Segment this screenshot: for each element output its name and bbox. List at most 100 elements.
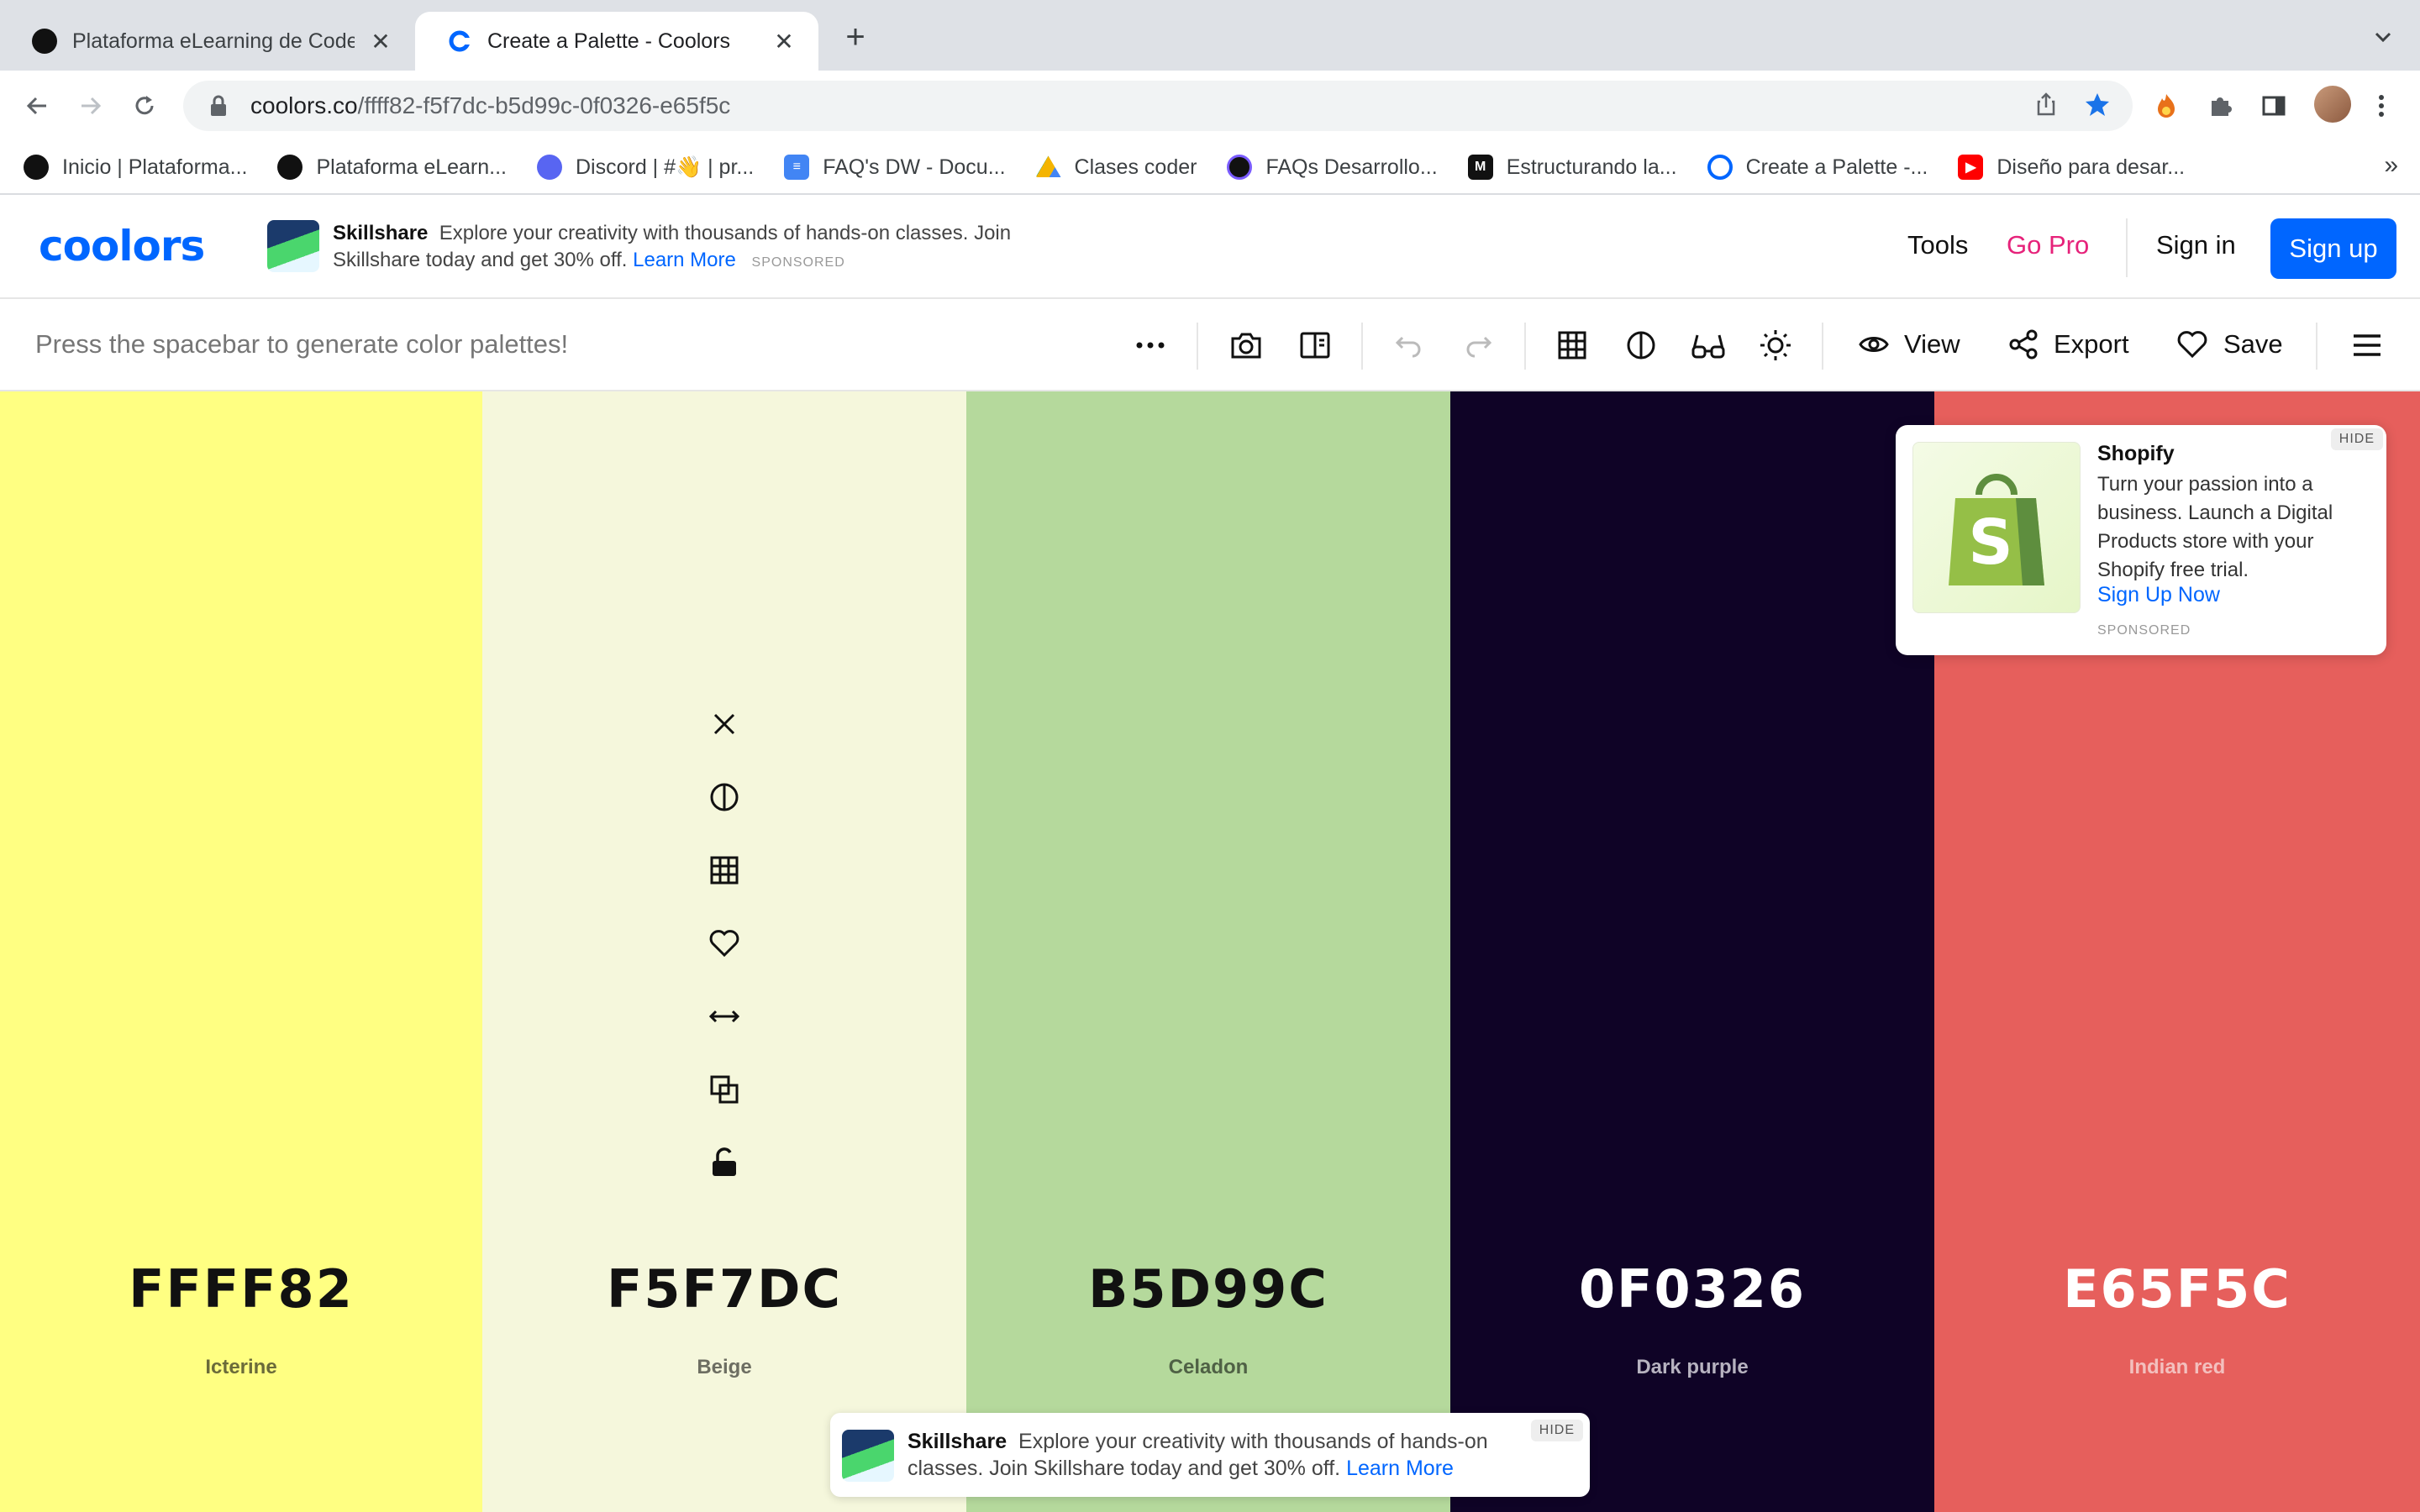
ad-sponsored-label: SPONSORED bbox=[2097, 623, 2191, 638]
view-button[interactable]: View bbox=[1859, 329, 1960, 360]
color-swatch[interactable]: FFFF82 Icterine bbox=[0, 391, 482, 1512]
ad-learn-more-link[interactable]: Learn More bbox=[633, 249, 736, 271]
redo-icon[interactable] bbox=[1457, 324, 1499, 366]
coolors-logo[interactable]: coolors bbox=[39, 222, 205, 270]
bookmark-item[interactable]: FAQs Desarrollo... bbox=[1227, 155, 1438, 180]
hamburger-menu-icon[interactable] bbox=[2346, 324, 2388, 366]
extensions-puzzle-icon[interactable] bbox=[2202, 87, 2238, 124]
undo-icon[interactable] bbox=[1388, 324, 1430, 366]
swatch-color-name: Indian red bbox=[2128, 1356, 2226, 1378]
drag-arrows-icon[interactable] bbox=[706, 998, 743, 1035]
nav-tools-link[interactable]: Tools bbox=[1907, 230, 1968, 260]
color-swatch[interactable]: 0F0326 Dark purple bbox=[1450, 391, 1934, 1512]
swatch-hex-code[interactable]: F5F7DC bbox=[482, 1258, 966, 1320]
coolors-icon bbox=[1707, 155, 1733, 180]
bookmark-label: Discord | #👋 | pr... bbox=[576, 155, 755, 179]
save-button[interactable]: Save bbox=[2176, 329, 2283, 360]
back-icon[interactable] bbox=[17, 86, 57, 126]
address-bar[interactable]: coolors.co/ffff82-f5f7dc-b5d99c-0f0326-e… bbox=[183, 81, 2133, 131]
bookmark-label: Estructurando la... bbox=[1506, 155, 1677, 179]
camera-icon[interactable] bbox=[1225, 324, 1267, 366]
browser-tab[interactable]: Plataforma eLearning de Coder ✕ bbox=[0, 12, 415, 71]
spacebar-hint: Press the spacebar to generate color pal… bbox=[35, 329, 569, 359]
color-swatch[interactable]: F5F7DC Beige bbox=[482, 391, 966, 1512]
toolbar-divider bbox=[1361, 323, 1363, 370]
browser-tab-strip: Plataforma eLearning de Coder ✕ Create a… bbox=[0, 0, 2420, 71]
browser-menu-icon[interactable] bbox=[2363, 87, 2400, 124]
bookmark-item[interactable]: Create a Palette -... bbox=[1707, 155, 1928, 180]
bookmark-label: FAQ's DW - Docu... bbox=[823, 155, 1006, 179]
sign-in-link[interactable]: Sign in bbox=[2156, 230, 2236, 260]
swatch-tools bbox=[482, 706, 966, 1217]
more-options-icon[interactable] bbox=[1129, 324, 1171, 366]
view-shades-contrast-icon[interactable] bbox=[706, 779, 743, 816]
swatch-hex-code[interactable]: E65F5C bbox=[1934, 1258, 2420, 1320]
url-path: /ffff82-f5f7dc-b5d99c-0f0326-e65f5c bbox=[357, 92, 731, 118]
eye-icon bbox=[1859, 337, 1889, 352]
browser-tab-active[interactable]: Create a Palette - Coolors ✕ bbox=[415, 12, 818, 71]
bookmark-star-icon[interactable] bbox=[2084, 91, 2111, 118]
swatch-hex-code[interactable]: 0F0326 bbox=[1450, 1258, 1934, 1320]
extension-fire-icon[interactable] bbox=[2148, 87, 2185, 124]
tab-title: Plataforma eLearning de Coder bbox=[72, 29, 355, 53]
bookmark-label: Plataforma eLearn... bbox=[316, 155, 507, 179]
swatch-hex-code[interactable]: FFFF82 bbox=[0, 1258, 482, 1320]
ad-learn-more-link[interactable]: Learn More bbox=[1346, 1457, 1454, 1480]
export-label: Export bbox=[2054, 329, 2129, 359]
side-panel-icon[interactable] bbox=[2255, 87, 2292, 124]
shopify-ad[interactable]: S Shopify Turn your passion into a busin… bbox=[1896, 425, 2386, 655]
bookmark-label: FAQs Desarrollo... bbox=[1265, 155, 1438, 179]
hide-ad-button[interactable]: HIDE bbox=[1530, 1420, 1583, 1441]
reload-icon[interactable] bbox=[124, 86, 165, 126]
profile-avatar[interactable] bbox=[2314, 86, 2351, 123]
copy-hex-icon[interactable] bbox=[706, 1071, 743, 1108]
compare-view-icon[interactable] bbox=[1294, 324, 1336, 366]
remove-color-icon[interactable] bbox=[706, 706, 743, 743]
bookmark-item[interactable]: M Estructurando la... bbox=[1467, 155, 1677, 180]
lock-color-icon[interactable] bbox=[706, 1144, 743, 1181]
tab-search-chevron-icon[interactable] bbox=[2371, 25, 2395, 49]
toolbar-divider bbox=[1197, 323, 1198, 370]
medium-icon: M bbox=[1467, 155, 1493, 180]
coder-icon bbox=[1227, 155, 1253, 180]
bookmark-item[interactable]: Clases coder bbox=[1035, 155, 1197, 180]
view-shades-grid-icon[interactable] bbox=[706, 852, 743, 889]
skillshare-bottom-ad[interactable]: Skillshare Explore your creativity with … bbox=[830, 1413, 1590, 1497]
skillshare-ad[interactable]: Skillshare Explore your creativity with … bbox=[267, 220, 1072, 276]
grid-icon[interactable] bbox=[1551, 324, 1593, 366]
coder-icon bbox=[24, 155, 49, 180]
swatch-hex-code[interactable]: B5D99C bbox=[966, 1258, 1450, 1320]
sign-up-button[interactable]: Sign up bbox=[2270, 218, 2396, 279]
bookmark-item[interactable]: Plataforma eLearn... bbox=[277, 155, 507, 180]
color-swatch[interactable]: B5D99C Celadon bbox=[966, 391, 1450, 1512]
brightness-icon[interactable] bbox=[1754, 324, 1797, 366]
share-icon[interactable] bbox=[2033, 92, 2059, 117]
ad-brand: Skillshare bbox=[908, 1430, 1007, 1453]
bookmark-label: Clases coder bbox=[1074, 155, 1197, 179]
site-header: coolors Skillshare Explore your creativi… bbox=[0, 197, 2420, 299]
url-host: coolors.co bbox=[250, 92, 358, 118]
view-label: View bbox=[1904, 329, 1960, 359]
new-tab-icon[interactable]: + bbox=[839, 20, 872, 54]
contrast-icon[interactable] bbox=[1620, 324, 1662, 366]
bookmark-item[interactable]: ▶ Diseño para desar... bbox=[1958, 155, 2185, 180]
bookmark-label: Diseño para desar... bbox=[1996, 155, 2186, 179]
bookmark-item[interactable]: Inicio | Plataforma... bbox=[24, 155, 247, 180]
export-button[interactable]: Export bbox=[2008, 329, 2129, 360]
color-blindness-glasses-icon[interactable] bbox=[1687, 324, 1729, 366]
share-export-icon bbox=[2009, 329, 2038, 360]
ad-sign-up-link[interactable]: Sign Up Now bbox=[2097, 583, 2220, 607]
bookmarks-overflow-icon[interactable]: » bbox=[2384, 151, 2398, 180]
shopify-bag-logo: S bbox=[1912, 442, 2081, 613]
nav-gopro-link[interactable]: Go Pro bbox=[2007, 230, 2089, 260]
forward-icon[interactable] bbox=[71, 86, 111, 126]
close-tab-icon[interactable]: ✕ bbox=[368, 29, 393, 55]
hide-ad-button[interactable]: HIDE bbox=[2330, 428, 2383, 450]
bookmark-item[interactable]: Discord | #👋 | pr... bbox=[537, 155, 754, 180]
swatch-color-name: Dark purple bbox=[1636, 1356, 1749, 1378]
close-tab-icon[interactable]: ✕ bbox=[771, 29, 797, 55]
bookmark-item[interactable]: ≡ FAQ's DW - Docu... bbox=[784, 155, 1006, 180]
bookmarks-bar: Inicio | Plataforma... Plataforma eLearn… bbox=[0, 141, 2420, 195]
browser-toolbar: coolors.co/ffff82-f5f7dc-b5d99c-0f0326-e… bbox=[0, 71, 2420, 141]
save-color-heart-icon[interactable] bbox=[706, 925, 743, 962]
